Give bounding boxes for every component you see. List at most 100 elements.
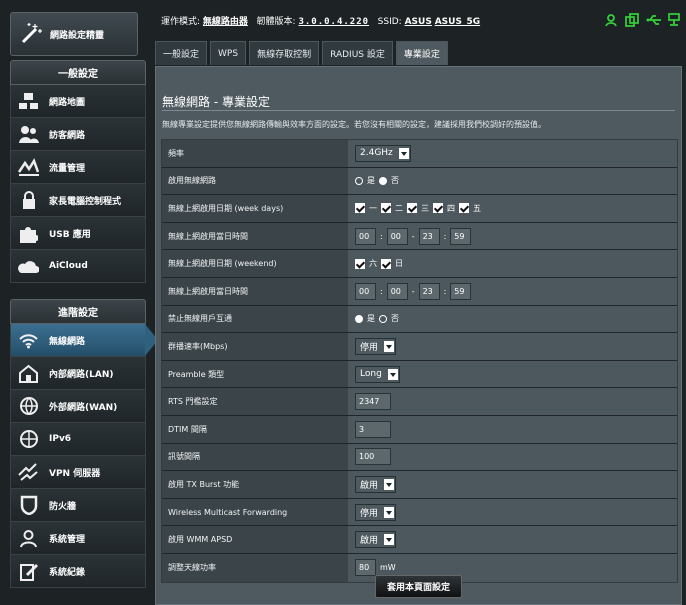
weekend-end-hour-input[interactable]: 23 [418,282,440,300]
sidebar-item-aicloud[interactable]: AiCloud [10,250,146,283]
table-row: Wireless Multicast Forwarding 停用 [162,498,677,527]
lock-icon [18,191,39,210]
tab-professional[interactable]: 專業設定 [395,41,448,65]
weekend-start-hour-input[interactable]: 00 [355,282,376,300]
weekend-checkbox[interactable] [381,258,391,269]
weekday-checkbox[interactable] [381,203,391,214]
sidebar-item-vpn-server[interactable]: VPN 伺服器 [10,456,146,489]
weekend-end-minute-input[interactable]: 59 [450,282,472,300]
table-row: 無線上網啟用當日時間 00:00-23:59 [162,222,677,251]
firmware-link[interactable]: 3.0.0.4.220 [298,17,369,27]
log-edit-icon [18,562,39,581]
operation-mode-link[interactable]: 無線路由器 [203,17,248,27]
sidebar-item-system-log[interactable]: 系統紀錄 [10,555,146,588]
sidebar-item-administration[interactable]: 系統管理 [10,522,146,555]
radio-enable-wireless-no[interactable] [379,176,387,185]
sidebar-item-wan[interactable]: 外部網路(WAN) [10,390,146,423]
vpn-icon [18,463,39,482]
beacon-input[interactable]: 100 [355,448,391,466]
band-select[interactable]: 2.4GHz [355,144,411,162]
title-separator [162,110,675,111]
general-section-header: 一般設定 [10,60,146,85]
sidebar-item-ipv6[interactable]: IPv6 [10,423,146,456]
radio-isolation-yes[interactable] [355,314,363,323]
sidebar-item-firewall[interactable]: 防火牆 [10,489,146,522]
page-title: 無線網路 - 專業設定 [162,95,270,109]
main-panel: 無線網路 - 專業設定 無線專業設定提供您無線網路傳輸與效率方面的設定。若您沒有… [155,66,682,605]
weekend-start-minute-input[interactable]: 00 [386,282,408,300]
tab-radius[interactable]: RADIUS 設定 [322,41,393,65]
chevron-down-icon [384,534,395,546]
table-row: 啟用 WMM APSD 啟用 [162,526,677,554]
weekday-checkbox[interactable] [459,203,469,214]
table-row: 啟用 TX Burst 功能 啟用 [162,471,677,499]
advanced-section-header: 進階設定 [10,299,146,324]
cloud-icon [18,257,39,276]
user-icon[interactable] [604,13,618,27]
top-status-bar: 運作模式: 無線路由器 韌體版本: 3.0.0.4.220 SSID: ASUS… [161,7,681,39]
sidebar-item-guest-network[interactable]: 訪客網路 [10,118,146,151]
tx-burst-select[interactable]: 啟用 [355,475,397,493]
settings-table: 頻率 2.4GHz 啟用無線網路是否 無線上網啟用日期 (week days) 一二… [161,139,678,583]
sidebar-item-parental-control[interactable]: 家長電腦控制程式 [10,184,146,217]
quick-setup-button[interactable]: 網路設定精靈 [10,12,138,56]
sidebar-item-traffic-manager[interactable]: 流量管理 [10,151,146,184]
usb-icon[interactable] [646,13,661,27]
end-minute-input[interactable]: 59 [450,227,472,245]
rts-input[interactable]: 2347 [355,393,391,411]
chevron-down-icon [384,506,395,518]
chevron-down-icon [398,147,409,159]
sidebar-item-lan[interactable]: 內部網路(LAN) [10,357,146,390]
page-description: 無線專業設定提供您無線網路傳輸與效率方面的設定。若您沒有相關的設定，建議採用我們… [162,120,546,129]
table-row: 頻率 2.4GHz [162,140,677,168]
apply-button[interactable]: 套用本頁面設定 [374,574,462,598]
dtim-input[interactable]: 3 [355,420,391,438]
radio-isolation-no[interactable] [379,314,387,323]
table-row: DTIM 間隔 3 [162,415,677,444]
table-row: 禁止無線用戶互通是否 [162,305,677,334]
puzzle-icon [18,224,39,243]
sidebar-item-network-map[interactable]: 網路地圖 [10,85,146,118]
table-row: 無線上網啟用日期 (week days) 一二三四五 [162,195,677,223]
wifi-icon [18,331,39,350]
weekday-checkbox[interactable] [433,203,443,214]
table-row: 群播速率(Mbps) 停用 [162,333,677,361]
weekday-checkbox[interactable] [355,203,365,214]
start-hour-input[interactable]: 00 [355,227,376,245]
sidebar-item-usb-application[interactable]: USB 應用 [10,217,146,250]
preamble-select[interactable]: Long [355,365,400,383]
table-row: 啟用無線網路是否 [162,167,677,196]
tab-wps[interactable]: WPS [210,41,247,65]
table-row: RTS 門檻設定 2347 [162,388,677,416]
table-row: 無線上網啟用日期 (weekend) 六日 [162,250,677,278]
weekend-checkbox[interactable] [355,258,365,269]
network-map-icon [18,92,39,111]
admin-user-icon [18,529,39,548]
magic-wand-icon [19,22,43,46]
shield-icon [18,495,39,515]
chevron-down-icon [384,478,395,490]
table-row: Preamble 類型 Long [162,360,677,389]
multicast-rate-select[interactable]: 停用 [355,337,397,355]
start-minute-input[interactable]: 00 [386,227,408,245]
traffic-icon [18,158,39,177]
table-row: 訊號間隔 100 [162,443,677,472]
wmm-apsd-select[interactable]: 啟用 [355,531,397,549]
multicast-forwarding-select[interactable]: 停用 [355,503,397,521]
network-icon[interactable] [667,13,681,27]
ssid-5g-link[interactable]: ASUS_5G [435,17,480,27]
tab-wireless-mac-filter[interactable]: 無線存取控制 [249,41,320,65]
quick-setup-label: 網路設定精靈 [50,30,105,41]
end-hour-input[interactable]: 23 [418,227,440,245]
weekday-checkbox[interactable] [407,203,417,214]
ssid-24-link[interactable]: ASUS [405,17,432,27]
radio-enable-wireless-yes[interactable] [355,176,363,185]
tab-general[interactable]: 一般設定 [155,41,208,65]
chevron-down-icon [387,368,398,380]
copy-icon[interactable] [625,13,639,27]
home-icon [18,364,39,383]
guest-users-icon [18,125,39,144]
sidebar-item-wireless[interactable]: 無線網路 [10,324,158,357]
ipv6-globe-icon [18,430,39,449]
globe-icon [18,397,39,416]
